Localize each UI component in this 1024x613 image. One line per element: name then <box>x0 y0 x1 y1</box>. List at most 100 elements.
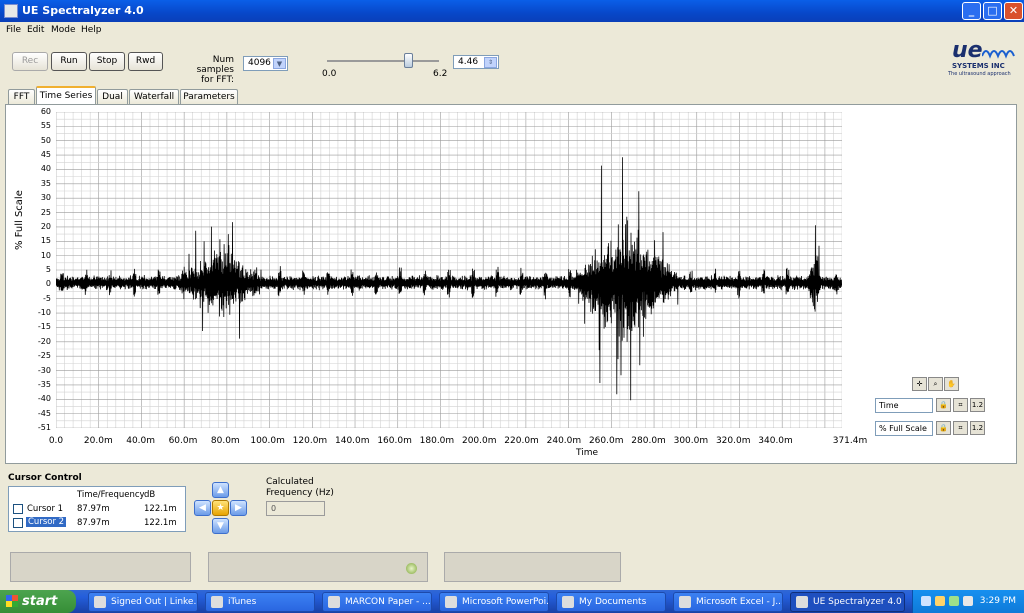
x-scale-icon[interactable]: 1.2 <box>970 398 985 412</box>
y-tick-label: 40 <box>40 164 51 174</box>
windows-logo-icon <box>6 595 18 607</box>
y-tick-label: 45 <box>40 150 51 160</box>
menu-help[interactable]: Help <box>81 25 102 35</box>
calc-freq-value: 0 <box>266 501 325 516</box>
task-label: UE Spectralyzer 4.0 <box>813 597 902 607</box>
tray-icon[interactable] <box>935 596 945 606</box>
menu-mode[interactable]: Mode <box>51 25 76 35</box>
x-format-icon[interactable]: ⌗ <box>953 398 968 412</box>
y-tick-label: -45 <box>37 408 51 418</box>
calc-freq-label: Calculated Frequency (Hz) <box>266 477 334 499</box>
cursor-2-time: 87.97m <box>77 518 110 528</box>
minimize-button[interactable]: _ <box>962 2 981 20</box>
status-led-icon <box>406 563 417 574</box>
plot-svg <box>56 112 842 428</box>
y-axis-name-field[interactable]: % Full Scale <box>875 421 933 436</box>
task-powerpoint[interactable]: Microsoft PowerPoi... <box>439 592 549 612</box>
status-field-2 <box>208 552 428 582</box>
maximize-button[interactable]: □ <box>983 2 1002 20</box>
y-tick-label: 10 <box>40 250 51 260</box>
run-button[interactable]: Run <box>51 52 87 71</box>
title-bar[interactable]: UE Spectralyzer 4.0 _ □ ✕ <box>0 0 1024 22</box>
task-signed-out[interactable]: Signed Out | Linke... <box>88 592 198 612</box>
y-tick-label: 20 <box>40 221 51 231</box>
logo: ue SYSTEMS INC The ultrasound approach <box>946 38 1018 82</box>
menu-bar: File Edit Mode Help <box>0 22 1024 38</box>
x-axis-label: Time <box>576 448 599 458</box>
y-tick-label: -15 <box>37 322 51 332</box>
y-tick-label: 50 <box>40 135 51 145</box>
close-button[interactable]: ✕ <box>1004 2 1023 20</box>
cursor-center-button[interactable]: ★ <box>212 500 229 516</box>
tab-fft[interactable]: FFT <box>8 89 35 104</box>
tab-dual[interactable]: Dual <box>97 89 128 104</box>
cursor-2-checkbox[interactable] <box>13 518 23 528</box>
menu-edit[interactable]: Edit <box>27 25 44 35</box>
y-tick-label: 15 <box>40 236 51 246</box>
cursor-1-name[interactable]: Cursor 1 <box>27 504 63 514</box>
y-tick-label: 35 <box>40 178 51 188</box>
app-icon <box>4 4 18 18</box>
cursor-left-button[interactable]: ◀ <box>194 500 211 516</box>
task-ue-spectralyzer[interactable]: UE Spectralyzer 4.0 <box>790 592 905 612</box>
tab-time-series[interactable]: Time Series <box>36 86 96 105</box>
task-label: Microsoft Excel - J... <box>696 597 783 607</box>
chevron-down-icon[interactable]: ▼ <box>273 58 286 69</box>
rwd-button[interactable]: Rwd <box>128 52 163 71</box>
fft-samples-value: 4096 <box>248 58 271 68</box>
excel-icon <box>679 596 691 608</box>
rec-button[interactable]: Rec <box>12 52 48 71</box>
tray-icon[interactable] <box>949 596 959 606</box>
cursor-up-button[interactable]: ▲ <box>212 482 229 498</box>
time-series-plot[interactable] <box>56 112 842 428</box>
slider-track[interactable] <box>327 60 439 62</box>
y-tick-label: -35 <box>37 379 51 389</box>
x-tick-label: 340.0m <box>758 436 793 446</box>
wave-icon <box>982 50 1015 59</box>
powerpoint-icon <box>445 596 457 608</box>
stop-button[interactable]: Stop <box>89 52 125 71</box>
cursor-1-checkbox[interactable] <box>13 504 23 514</box>
cursor-down-button[interactable]: ▼ <box>212 518 229 534</box>
x-tick-label: 371.4m <box>832 436 868 446</box>
task-excel[interactable]: Microsoft Excel - J... <box>673 592 783 612</box>
y-tick-label: 60 <box>40 107 51 116</box>
tray-icon[interactable] <box>963 596 973 606</box>
x-axis-name-field[interactable]: Time <box>875 398 933 413</box>
crosshair-icon[interactable]: ✛ <box>912 377 927 391</box>
word-icon <box>328 596 340 608</box>
cursor-1-db: 122.1m <box>144 504 177 514</box>
task-marcon-paper[interactable]: MARCON Paper - ... <box>322 592 432 612</box>
pan-icon[interactable]: ✋ <box>944 377 959 391</box>
cursor-2-name[interactable]: Cursor 2 <box>26 517 67 527</box>
calc-label-line1: Calculated <box>266 477 314 487</box>
task-my-documents[interactable]: My Documents <box>556 592 666 612</box>
folder-icon <box>562 596 574 608</box>
slider-max-label: 6.2 <box>433 69 448 79</box>
y-format-icon[interactable]: ⌗ <box>953 421 968 435</box>
lock-icon[interactable]: 🔒 <box>936 398 951 412</box>
system-tray: 3:29 PM <box>912 590 1024 613</box>
y-tick-label: -40 <box>37 394 51 404</box>
slider-value-input[interactable]: 4.46 ⇕ <box>453 55 499 69</box>
slider-value: 4.46 <box>458 57 479 67</box>
task-label: Microsoft PowerPoi... <box>462 597 549 607</box>
browser-icon <box>94 596 106 608</box>
y-scale-icon[interactable]: 1.2 <box>970 421 985 435</box>
y-tick-label: -5 <box>43 293 51 303</box>
zoom-icon[interactable]: ⌕ <box>928 377 943 391</box>
cursor-control-title: Cursor Control <box>8 473 82 483</box>
start-button[interactable]: start <box>0 590 76 613</box>
task-itunes[interactable]: iTunes <box>205 592 315 612</box>
tray-icon[interactable] <box>921 596 931 606</box>
tab-parameters[interactable]: Parameters <box>180 89 238 104</box>
spinner-icon[interactable]: ⇕ <box>484 57 497 68</box>
menu-file[interactable]: File <box>6 25 21 35</box>
cursor-right-button[interactable]: ▶ <box>230 500 247 516</box>
tab-waterfall[interactable]: Waterfall <box>129 89 179 104</box>
y-tick-label: -30 <box>37 365 51 375</box>
slider-thumb[interactable] <box>403 53 413 68</box>
fft-samples-select[interactable]: 4096 ▼ <box>243 56 288 71</box>
lock-icon[interactable]: 🔒 <box>936 421 951 435</box>
y-tick-label: -10 <box>37 308 51 318</box>
